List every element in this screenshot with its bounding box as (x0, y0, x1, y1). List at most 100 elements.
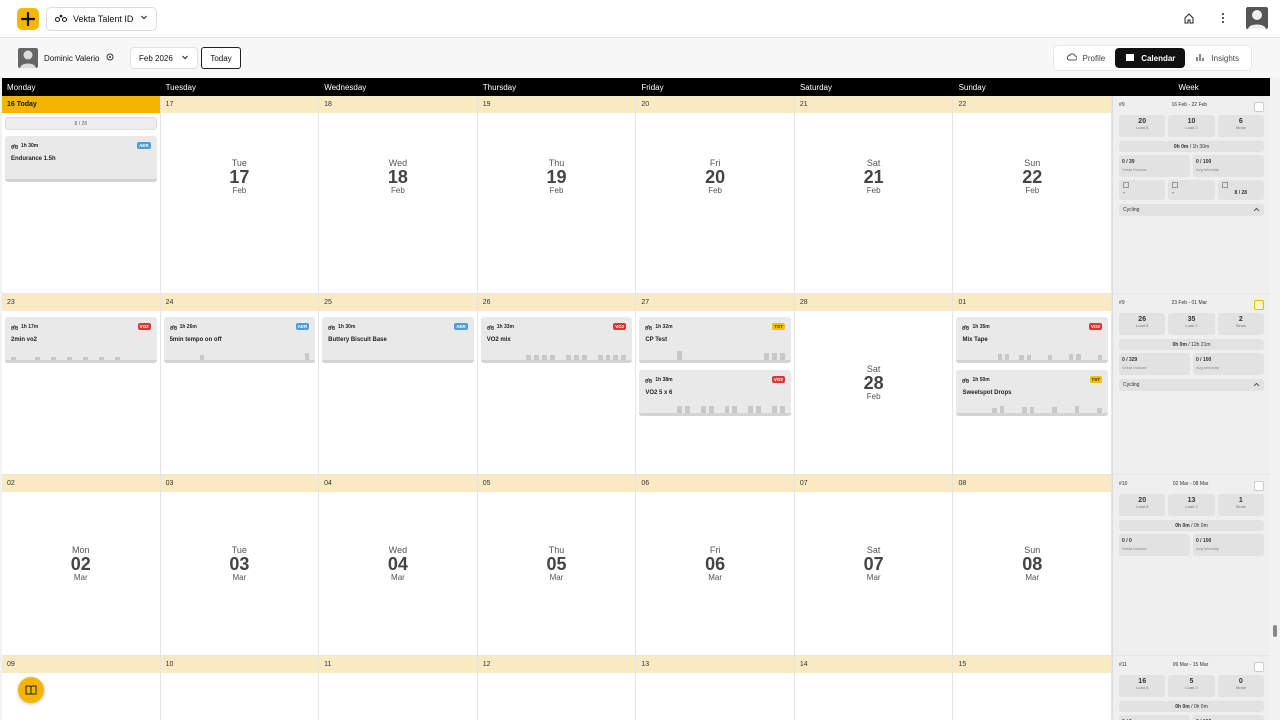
day-cell[interactable]: 01 1h 35m VO2 Mix Tape 1h 50m TST Sweetspot Dr… (953, 294, 1113, 474)
day-cell[interactable]: 19 Thu 19 Feb (477, 96, 637, 293)
day-cell[interactable]: 03 Tue 03 Mar (160, 475, 320, 655)
day-cell[interactable]: 11 (319, 656, 478, 720)
workout-profile-bar (573, 355, 579, 360)
day-cell[interactable]: 27 1h 32m TST CP Test 1h 38m VO2 VO2 5 x 6 (636, 294, 795, 474)
week-row: 16 Today 8 / 28 1h 30m AER Endurance 1.5h 17 T… (2, 96, 1270, 294)
user-avatar[interactable] (1246, 7, 1268, 29)
stat-load8: 20 Load 8 (1119, 494, 1166, 516)
stat-vol: 0 / 39 Vekta Volume (1119, 155, 1190, 177)
week-number: #9 (1119, 300, 1125, 306)
app-logo-icon[interactable] (17, 8, 39, 30)
day-cell[interactable]: 04 Wed 04 Mar (319, 475, 478, 655)
workout-profile-bar (700, 406, 706, 413)
workout-profile-chart (956, 353, 1109, 363)
sport-section[interactable]: Cycling (1119, 379, 1264, 391)
metric-value: 8 / 28 (1234, 190, 1248, 196)
day-cell[interactable]: 13 (636, 656, 795, 720)
day-number: 09 (2, 656, 160, 673)
day-cell[interactable]: 22 Sun 22 Feb (953, 96, 1113, 293)
week-select-checkbox[interactable] (1253, 102, 1264, 112)
metric-stats: - - 8 / 28 (1119, 180, 1264, 200)
duration-progress: 0h 0m / 0h 0m (1119, 701, 1264, 712)
day-number: 20 (636, 96, 794, 113)
tab-calendar[interactable]: Calendar (1115, 48, 1186, 68)
week-select-checkbox[interactable] (1253, 300, 1264, 310)
week-select-checkbox[interactable] (1253, 662, 1264, 672)
day-cell[interactable]: 20 Fri 20 Feb (636, 96, 795, 293)
week-row: 23 1h 17m VO2 2min vo2 24 1h 26m AER 5min tempo… (2, 294, 1270, 475)
help-book-button[interactable] (18, 677, 44, 703)
org-selector[interactable]: Vekta Talent ID (46, 7, 157, 31)
workout-duration-text: 1h 33m (496, 324, 514, 330)
view-switcher: Profile Calendar Insights (1052, 45, 1252, 71)
day-cell[interactable]: 25 1h 30m AER Buttery Biscuit Base (319, 294, 478, 474)
metric-m1: - (1119, 180, 1166, 200)
today-button[interactable]: Today (201, 47, 241, 69)
stat-value: 0 / 0 (1122, 538, 1132, 544)
day-cell[interactable]: 10 (160, 656, 320, 720)
day-cell[interactable]: 23 1h 17m VO2 2min vo2 (2, 294, 161, 474)
workout-card[interactable]: 1h 33m VO2 VO2 mix (480, 317, 633, 363)
bike-icon (486, 324, 494, 330)
workout-card[interactable]: 1h 50m TST Sweetspot Drops (956, 370, 1109, 416)
day-cell[interactable]: 16 Today 8 / 28 1h 30m AER Endurance 1.5h (2, 96, 161, 293)
calendar-toolbar: Dominic Valerio Feb 2026 Today Profile C… (0, 38, 1280, 78)
big-date: Tue 03 Mar (161, 545, 319, 582)
workout-card[interactable]: 1h 30m AER Buttery Biscuit Base (322, 317, 474, 363)
day-cell[interactable]: 15 (953, 656, 1113, 720)
workout-card[interactable]: 1h 26m AER 5min tempo on off (163, 317, 316, 363)
tab-insights[interactable]: Insights (1185, 48, 1249, 68)
day-cell[interactable]: 07 Sat 07 Mar (794, 475, 954, 655)
day-cell[interactable]: 02 Mon 02 Mar (2, 475, 161, 655)
metric-m3: 8 / 28 (1217, 180, 1264, 200)
month-selector[interactable]: Feb 2026 (130, 47, 198, 69)
day-cell[interactable]: 05 Thu 05 Mar (477, 475, 637, 655)
stat-int: 0 / 100 Avg Intensity (1193, 155, 1264, 177)
week-range: 02 Mar - 08 Mar (1172, 481, 1209, 487)
tab-profile[interactable]: Profile (1056, 48, 1116, 68)
workout-card[interactable]: 1h 32m TST CP Test (639, 317, 791, 363)
day-cell[interactable]: 12 (477, 656, 637, 720)
day-cell[interactable]: 17 Tue 17 Feb (160, 96, 320, 293)
day-number: 12 (477, 656, 636, 673)
settings-icon[interactable] (105, 52, 115, 64)
duration-done: 0h 0m (1175, 704, 1190, 710)
workout-card[interactable]: 1h 30m AER Endurance 1.5h (5, 136, 157, 182)
workout-card[interactable]: 1h 35m VO2 Mix Tape (956, 317, 1109, 363)
day-cell[interactable]: 08 Sun 08 Mar (953, 475, 1113, 655)
stat-value: 13 (1187, 497, 1196, 504)
stat-label: Load 2 (1185, 125, 1198, 130)
day-cell[interactable]: 26 1h 33m VO2 VO2 mix (477, 294, 637, 474)
day-cell[interactable]: 28 Sat 28 Feb (794, 294, 954, 474)
home-icon[interactable] (1178, 7, 1200, 29)
day-cell[interactable]: 14 (794, 656, 954, 720)
workout-type-badge: VO2 (1089, 323, 1103, 330)
scrollbar[interactable] (1272, 78, 1278, 720)
weekday-header-1: Tuesday (165, 83, 196, 92)
workout-card[interactable]: 1h 17m VO2 2min vo2 (5, 317, 157, 363)
workout-duration: 1h 33m (486, 324, 627, 330)
big-date-month: Feb (1025, 186, 1040, 195)
workout-card[interactable]: 1h 38m VO2 VO2 5 x 6 (639, 370, 791, 416)
day-cell[interactable]: 21 Sat 21 Feb (794, 96, 954, 293)
day-number: 24 (160, 294, 319, 311)
day-number: 06 (636, 475, 794, 492)
day-cell[interactable]: 24 1h 26m AER 5min tempo on off (160, 294, 320, 474)
bike-icon (55, 14, 67, 24)
workout-type-badge: TST (1089, 376, 1103, 383)
day-cell[interactable]: 06 Fri 06 Mar (636, 475, 795, 655)
more-vertical-icon[interactable] (1212, 7, 1234, 29)
big-date: Sat 28 Feb (795, 364, 953, 401)
weekday-header-7: Week (1178, 83, 1199, 92)
scrollbar-thumb[interactable] (1273, 625, 1277, 637)
day-cell[interactable]: 18 Wed 18 Feb (319, 96, 478, 293)
athlete-selector[interactable]: Dominic Valerio (18, 46, 115, 70)
weekly-target-pill[interactable]: 8 / 28 (5, 117, 157, 130)
stat-vol: 0 / 329 Vekta Volume (1119, 353, 1190, 375)
week-select-checkbox[interactable] (1253, 481, 1264, 491)
workout-duration: 1h 30m (328, 324, 468, 330)
stat-label: Load 2 (1185, 685, 1198, 690)
sport-section[interactable]: Cycling (1119, 204, 1264, 216)
day-number: 22 (953, 96, 1112, 113)
tab-profile-label: Profile (1082, 53, 1106, 63)
